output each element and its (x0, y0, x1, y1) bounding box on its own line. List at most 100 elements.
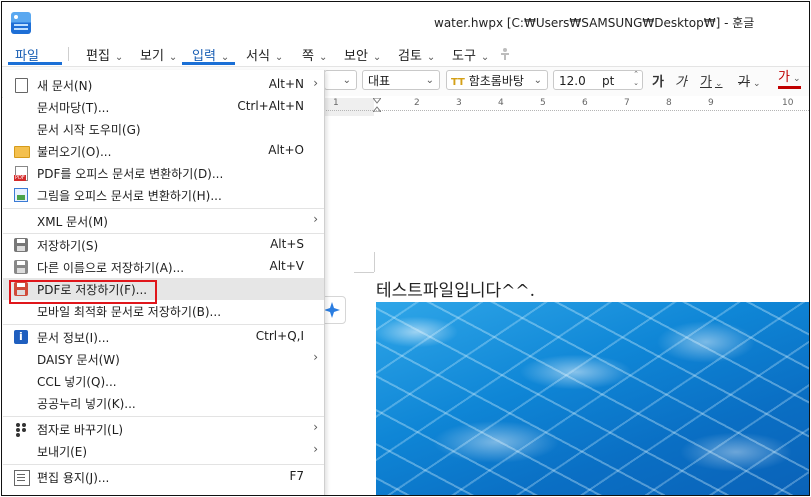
menu-item-document-info[interactable]: 문서 정보(I)... Ctrl+Q,I (3, 326, 324, 348)
menu-item-label: 다른 이름으로 저장하기(A)... (37, 261, 185, 275)
menu-tools[interactable]: 도구 ⌄ (452, 45, 489, 64)
italic-button[interactable]: 가 (675, 71, 687, 90)
chevron-down-icon: ⌄ (342, 75, 351, 86)
window-title: water.hwpx [C:₩Users₩SAMSUNG₩Desktop₩] -… (434, 16, 755, 30)
menu-item-page-setup[interactable]: 편집 용지(J)... F7 (3, 466, 324, 488)
menu-item-label: DAISY 문서(W) (37, 353, 120, 367)
menu-edit[interactable]: 편집 ⌄ (86, 45, 123, 64)
ruler-number: 6 (582, 98, 588, 108)
chevron-down-icon: ⌄ (168, 52, 178, 63)
menu-item-daisy-document[interactable]: DAISY 문서(W) › (3, 348, 324, 370)
braille-icon (14, 422, 28, 436)
chevron-down-icon: ⌄ (426, 52, 436, 63)
menu-item-new-document[interactable]: 새 문서(N) Alt+N › (3, 74, 324, 96)
chevron-right-icon: › (313, 350, 318, 364)
file-tab-underline (8, 62, 62, 65)
insert-tab-underline (182, 62, 235, 65)
chevron-right-icon: › (313, 76, 318, 90)
app-window: water.hwpx [C:₩Users₩SAMSUNG₩Desktop₩] -… (1, 1, 810, 496)
ruler-number: 5 (540, 98, 546, 108)
menu-item-label: 문서 정보(I)... (37, 331, 110, 345)
font-size-value: 12.0 (559, 74, 586, 88)
spin-down-icon[interactable]: ⌄ (630, 79, 642, 88)
font-size-spinner[interactable]: ⌃ ⌄ (630, 70, 642, 90)
menu-item-insert-ccl[interactable]: CCL 넣기(Q)... (3, 370, 324, 392)
menu-item-shortcut: Ctrl+Q,I (255, 329, 304, 343)
save-icon (14, 238, 28, 252)
menu-item-label: 그림을 오피스 문서로 변환하기(H)... (37, 189, 222, 203)
menu-item-send[interactable]: 보내기(E) › (3, 440, 324, 462)
menu-item-label: 불러오기(O)... (37, 145, 112, 159)
ruler-number: 2 (414, 98, 420, 108)
new-document-icon (15, 78, 28, 93)
menu-divider (68, 47, 69, 61)
menu-item-save[interactable]: 저장하기(S) Alt+S (3, 234, 324, 256)
menu-item-start-wizard[interactable]: 문서 시작 도우미(G) (3, 118, 324, 140)
ruler-number: 8 (666, 98, 672, 108)
menu-item-templates[interactable]: 문서마당(T)... Ctrl+Alt+N (3, 96, 324, 118)
menu-item-open[interactable]: 불러오기(O)... Alt+O (3, 140, 324, 162)
menu-security[interactable]: 보안 ⌄ (344, 45, 381, 64)
document-text[interactable]: 테스트파일입니다^^. (376, 276, 535, 301)
chevron-down-icon: ⌄ (318, 52, 328, 63)
menu-item-label: CCL 넣기(Q)... (37, 375, 117, 389)
menu-item-label: 모바일 최적화 문서로 저장하기(B)... (37, 305, 222, 319)
menu-item-label: PDF를 오피스 문서로 변환하기(D)... (37, 167, 224, 181)
font-value: 함초롬바탕 (468, 74, 524, 88)
menu-format[interactable]: 서식 ⌄ (246, 45, 283, 64)
water-image[interactable] (376, 302, 809, 495)
menu-item-shortcut: F7 (289, 469, 304, 483)
menu-divider (3, 208, 324, 209)
bold-button[interactable]: 가 (652, 71, 664, 90)
menu-view[interactable]: 보기 ⌄ (140, 45, 177, 64)
chevron-down-icon: ⌄ (714, 79, 723, 89)
indent-marker-icon[interactable] (373, 98, 381, 112)
chevron-right-icon: › (313, 442, 318, 456)
menu-item-label: 저장하기(S) (37, 239, 99, 253)
image-convert-icon (14, 188, 28, 202)
menu-item-shortcut: Alt+V (269, 259, 304, 273)
font-color-button[interactable]: 가 ⌄ (778, 71, 801, 89)
strikethrough-button[interactable]: 가 ⌄ (738, 71, 761, 90)
document-info-icon (14, 330, 28, 344)
font-size-unit: pt (602, 74, 615, 88)
menu-item-xml-document[interactable]: XML 문서(M) › (3, 210, 324, 232)
menu-divider (3, 416, 324, 417)
hangul-app-icon[interactable] (11, 12, 31, 34)
page-corner-guide (354, 272, 374, 273)
ruler-number: 1 (333, 98, 339, 108)
menu-item-shortcut: Alt+N (268, 77, 304, 91)
chevron-down-icon: ⌄ (480, 52, 490, 63)
menu-item-label: 문서 시작 도우미(G) (37, 123, 141, 137)
chevron-down-icon: ⌄ (752, 79, 761, 89)
pdf-convert-icon (14, 166, 28, 181)
style-select[interactable]: 대표 ⌄ (362, 70, 440, 90)
menu-item-insert-kogl[interactable]: 공공누리 넣기(K)... (3, 392, 324, 414)
menu-item-label: 보내기(E) (37, 445, 88, 459)
chevron-down-icon: ⌄ (114, 52, 124, 63)
menu-review[interactable]: 검토 ⌄ (398, 45, 435, 64)
ruler-margin (324, 98, 374, 116)
accessibility-icon[interactable] (498, 47, 512, 61)
chevron-down-icon: ⌄ (425, 75, 434, 86)
ruler-ticks (324, 110, 809, 111)
menu-page[interactable]: 쪽 ⌄ (302, 45, 327, 64)
ruler-number: 9 (708, 98, 714, 108)
menu-item-shortcut: Alt+S (270, 237, 304, 251)
horizontal-ruler[interactable]: 1 2 3 4 5 6 7 8 9 10 (324, 96, 809, 119)
menu-item-shortcut: Ctrl+Alt+N (237, 99, 304, 113)
underline-button[interactable]: 가 ⌄ (700, 71, 723, 90)
page-corner-guide (374, 252, 375, 272)
menu-item-pdf-convert[interactable]: PDF를 오피스 문서로 변환하기(D)... (3, 162, 324, 184)
spin-up-icon[interactable]: ⌃ (630, 70, 642, 79)
menu-item-label: 새 문서(N) (37, 79, 93, 93)
menu-item-image-convert[interactable]: 그림을 오피스 문서로 변환하기(H)... (3, 184, 324, 206)
menu-item-save-as[interactable]: 다른 이름으로 저장하기(A)... Alt+V (3, 256, 324, 278)
ruler-number: 4 (498, 98, 504, 108)
menu-item-braille[interactable]: 점자로 바꾸기(L) › (3, 418, 324, 440)
menu-item-label: 문서마당(T)... (37, 101, 110, 115)
style-value: 대표 (368, 74, 391, 88)
previous-style-select[interactable]: ⌄ (324, 70, 357, 90)
font-select[interactable]: TT 함초롬바탕 ⌄ (446, 70, 548, 90)
page-setup-icon (14, 470, 30, 486)
